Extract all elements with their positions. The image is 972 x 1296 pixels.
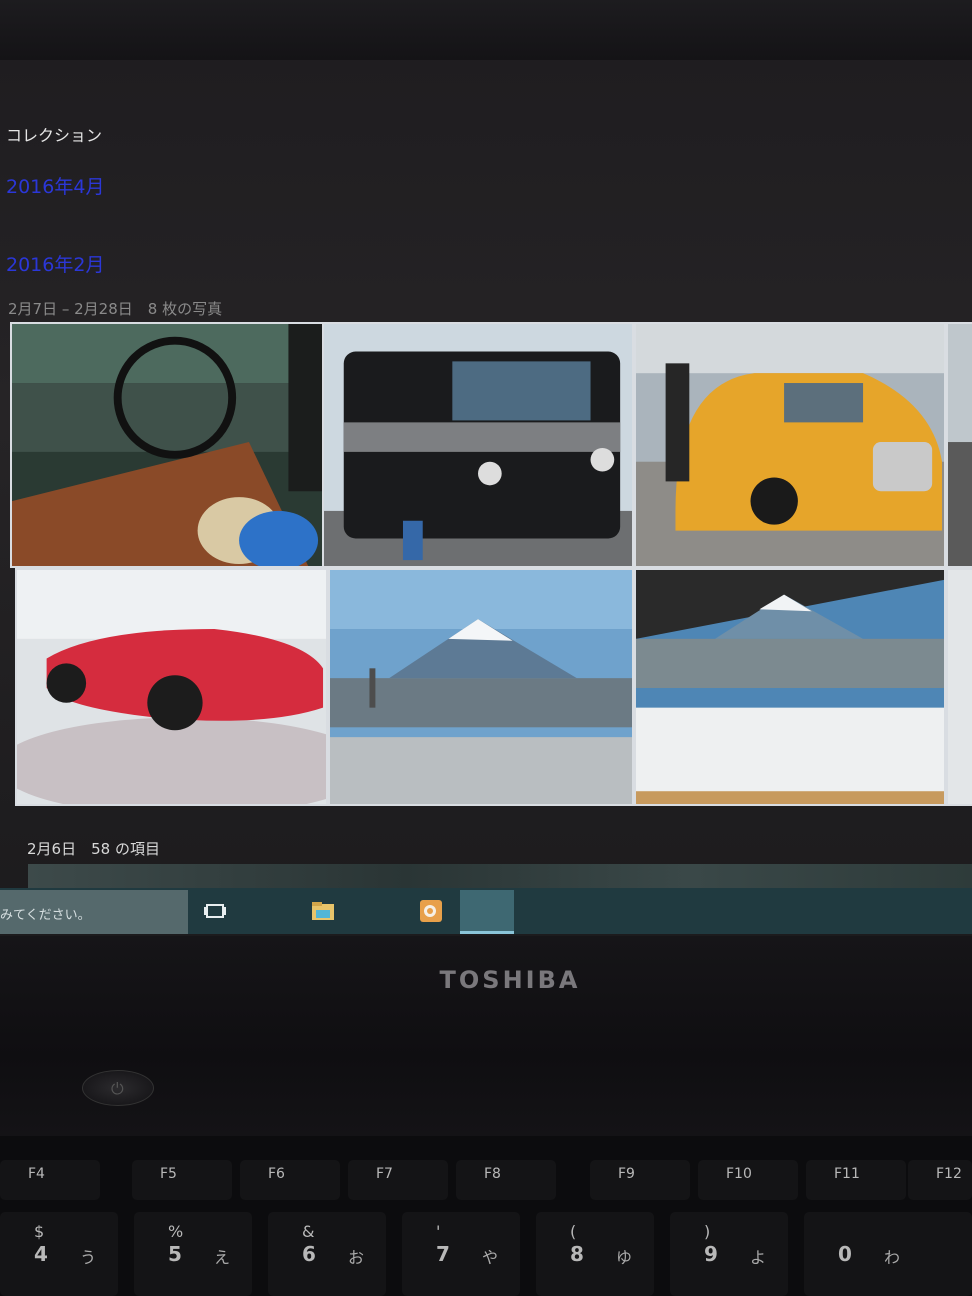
key-8[interactable]: ( 8 ゆ: [536, 1212, 654, 1296]
key-5-symbol: %: [168, 1222, 184, 1241]
key-f11[interactable]: F11: [806, 1160, 906, 1200]
key-4[interactable]: $ 4 う: [0, 1212, 118, 1296]
key-6-kana: お: [348, 1248, 365, 1267]
key-8-symbol: (: [570, 1222, 577, 1241]
laptop-screen: コレクション 2016年4月 2016年2月 2月7日 – 2月28日 8 枚の…: [0, 60, 972, 936]
key-5[interactable]: % 5 え: [134, 1212, 252, 1296]
power-button[interactable]: ⏻: [82, 1070, 154, 1106]
taskbar: みてください。: [0, 888, 972, 934]
key-5-number: 5: [168, 1242, 182, 1266]
group-date-range: 2月7日 – 2月28日 8 枚の写真: [8, 300, 223, 318]
key-7-symbol: ': [436, 1222, 441, 1241]
key-0-number: 0: [838, 1242, 852, 1266]
month-link-2016-04[interactable]: 2016年4月: [6, 172, 104, 199]
photo-grid: [10, 322, 972, 806]
month-link-2016-02[interactable]: 2016年2月: [6, 250, 104, 277]
laptop-top-bezel: [0, 0, 972, 60]
photo-tile-yellow-car[interactable]: [634, 322, 946, 568]
key-7-kana: や: [482, 1248, 499, 1267]
brand-logo: TOSHIBA: [439, 966, 581, 994]
key-9-kana: よ: [750, 1248, 767, 1267]
key-0[interactable]: 0 わ: [804, 1212, 972, 1296]
page-title: コレクション: [6, 126, 103, 145]
key-4-symbol: $: [34, 1222, 45, 1241]
photo-row-next: [28, 864, 972, 888]
key-8-kana: ゆ: [616, 1248, 633, 1267]
key-4-number: 4: [34, 1242, 48, 1266]
key-6-symbol: &: [302, 1222, 315, 1241]
key-9-symbol: ): [704, 1222, 711, 1241]
photo-tile-mount-fuji[interactable]: [328, 568, 634, 806]
taskbar-active-app[interactable]: [460, 890, 514, 934]
key-f4[interactable]: F4: [0, 1160, 100, 1200]
key-9[interactable]: ) 9 よ: [670, 1212, 788, 1296]
key-f6[interactable]: F6: [240, 1160, 340, 1200]
key-8-number: 8: [570, 1242, 584, 1266]
key-f8[interactable]: F8: [456, 1160, 556, 1200]
key-f9[interactable]: F9: [590, 1160, 690, 1200]
keyboard: F4 F5 F6 F7 F8 F9 F10 F11 F12 $ 4 う % 5 …: [0, 1136, 972, 1296]
key-0-kana: わ: [884, 1248, 901, 1267]
file-explorer-icon[interactable]: [310, 898, 336, 924]
key-f5[interactable]: F5: [132, 1160, 232, 1200]
photo-tile-red-concept-car[interactable]: [15, 568, 328, 806]
key-f7[interactable]: F7: [348, 1160, 448, 1200]
key-7-number: 7: [436, 1242, 450, 1266]
photo-tile-mount-fuji-window[interactable]: [634, 568, 946, 806]
taskbar-search-box[interactable]: みてください。: [0, 890, 188, 934]
task-view-icon[interactable]: [202, 898, 228, 924]
photo-tile-truck-interior[interactable]: [10, 322, 324, 568]
key-6-number: 6: [302, 1242, 316, 1266]
photo-tile-partial-2[interactable]: [946, 568, 972, 806]
group-date-count: 2月6日 58 の項目: [27, 840, 160, 858]
key-7[interactable]: ' 7 や: [402, 1212, 520, 1296]
key-f10[interactable]: F10: [698, 1160, 798, 1200]
power-icon: ⏻: [111, 1079, 124, 1098]
key-f12[interactable]: F12: [908, 1160, 972, 1200]
photo-tile-black-van[interactable]: [322, 322, 634, 568]
outlook-icon[interactable]: [418, 898, 444, 924]
key-9-number: 9: [704, 1242, 718, 1266]
photo-tile-partial-1[interactable]: [946, 322, 972, 568]
key-4-kana: う: [80, 1248, 97, 1267]
key-6[interactable]: & 6 お: [268, 1212, 386, 1296]
key-5-kana: え: [214, 1248, 231, 1267]
